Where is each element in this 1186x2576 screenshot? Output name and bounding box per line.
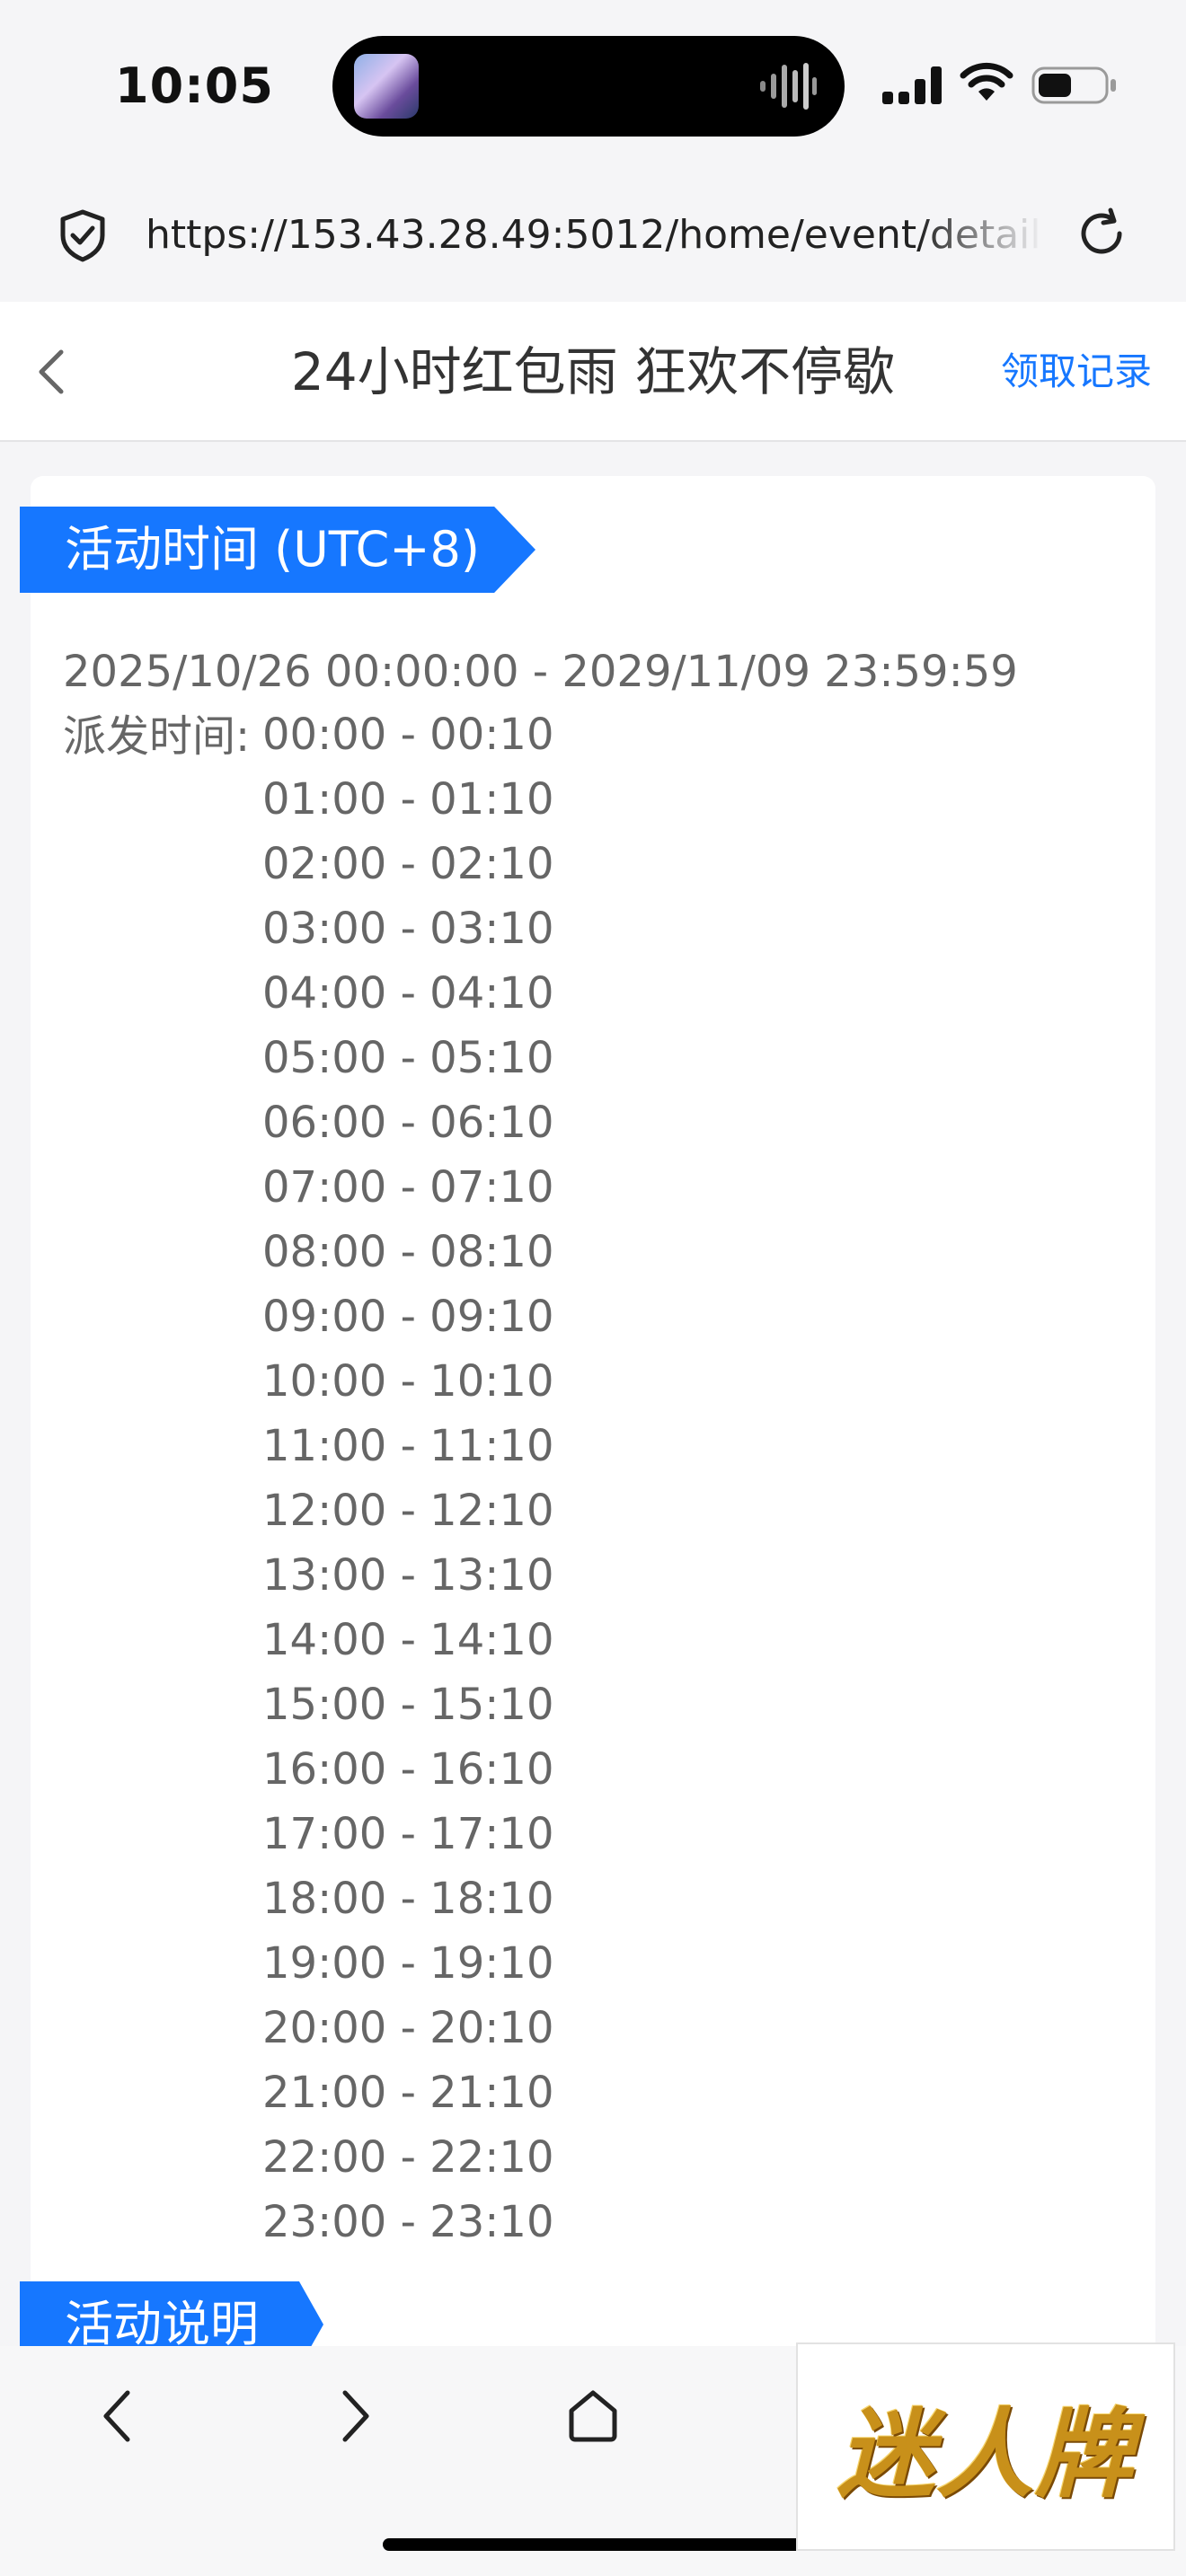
browser-back-icon[interactable] <box>99 2386 135 2447</box>
watermark-logo-text: 迷人牌 <box>836 2398 1134 2511</box>
back-arrow-icon[interactable] <box>31 347 72 397</box>
status-bar: 10:05 <box>0 0 1186 171</box>
time-slot-item: 05:00 - 05:10 <box>262 1033 554 1083</box>
time-slot-item: 12:00 - 12:10 <box>262 1486 554 1536</box>
time-slot-item: 09:00 - 09:10 <box>262 1292 554 1342</box>
time-slot-item: 03:00 - 03:10 <box>262 904 554 954</box>
claim-records-link[interactable]: 领取记录 <box>1001 345 1152 399</box>
status-time: 10:05 <box>115 57 274 114</box>
dynamic-island[interactable] <box>332 36 845 137</box>
url-field[interactable]: https://153.43.28.49:5012/home/event/det… <box>146 208 1044 262</box>
screen: 10:05 https://153.43.28.49:5012/home/eve… <box>0 0 1186 2576</box>
home-indicator[interactable] <box>383 2538 805 2551</box>
time-slot-item: 07:00 - 07:10 <box>262 1162 554 1213</box>
section-title-event-time: 活动时间 (UTC+8) <box>20 507 535 593</box>
time-slot-item: 20:00 - 20:10 <box>262 2003 554 2053</box>
time-slot-item: 18:00 - 18:10 <box>262 1874 554 1924</box>
distribution-time-slots: 00:00 - 00:10 01:00 - 01:10 02:00 - 02:10 0… <box>262 702 554 2254</box>
time-slot-item: 14:00 - 14:10 <box>262 1615 554 1665</box>
time-slot-item: 01:00 - 01:10 <box>262 774 554 825</box>
browser-forward-icon[interactable] <box>338 2386 374 2447</box>
time-slot-item: 02:00 - 02:10 <box>262 839 554 889</box>
time-slot-item: 08:00 - 08:10 <box>262 1227 554 1277</box>
secure-shield-icon[interactable] <box>58 208 108 262</box>
time-slot-item: 04:00 - 04:10 <box>262 968 554 1019</box>
distribution-time-label: 派发时间: <box>63 711 251 762</box>
time-slot-item: 17:00 - 17:10 <box>262 1809 554 1859</box>
time-slot-item: 23:00 - 23:10 <box>262 2197 554 2247</box>
time-slot-item: 10:00 - 10:10 <box>262 1356 554 1407</box>
time-slot-item: 00:00 - 00:10 <box>262 710 554 760</box>
time-slot-item: 21:00 - 21:10 <box>262 2068 554 2118</box>
now-playing-app-icon <box>354 54 419 119</box>
time-slot-item: 22:00 - 22:10 <box>262 2132 554 2183</box>
time-slot-item: 19:00 - 19:10 <box>262 1938 554 1989</box>
time-slot-item: 16:00 - 16:10 <box>262 1744 554 1795</box>
audio-waveform-icon <box>760 63 817 110</box>
wifi-icon <box>960 62 1013 101</box>
time-slot-item: 13:00 - 13:10 <box>262 1550 554 1601</box>
page-title: 24小时红包雨 狂欢不停歇 <box>290 341 896 402</box>
reload-icon[interactable] <box>1075 207 1128 260</box>
time-slot-item: 11:00 - 11:10 <box>262 1421 554 1471</box>
time-slot-item: 06:00 - 06:10 <box>262 1098 554 1148</box>
event-date-range: 2025/10/26 00:00:00 - 2029/11/09 23:59:5… <box>63 647 1018 697</box>
signal-icon <box>882 66 942 104</box>
app-header: 24小时红包雨 狂欢不停歇 领取记录 <box>0 302 1186 442</box>
battery-icon <box>1031 66 1116 104</box>
watermark-logo: 迷人牌 <box>796 2342 1175 2551</box>
time-slot-item: 15:00 - 15:10 <box>262 1680 554 1730</box>
home-icon[interactable] <box>564 2387 622 2443</box>
